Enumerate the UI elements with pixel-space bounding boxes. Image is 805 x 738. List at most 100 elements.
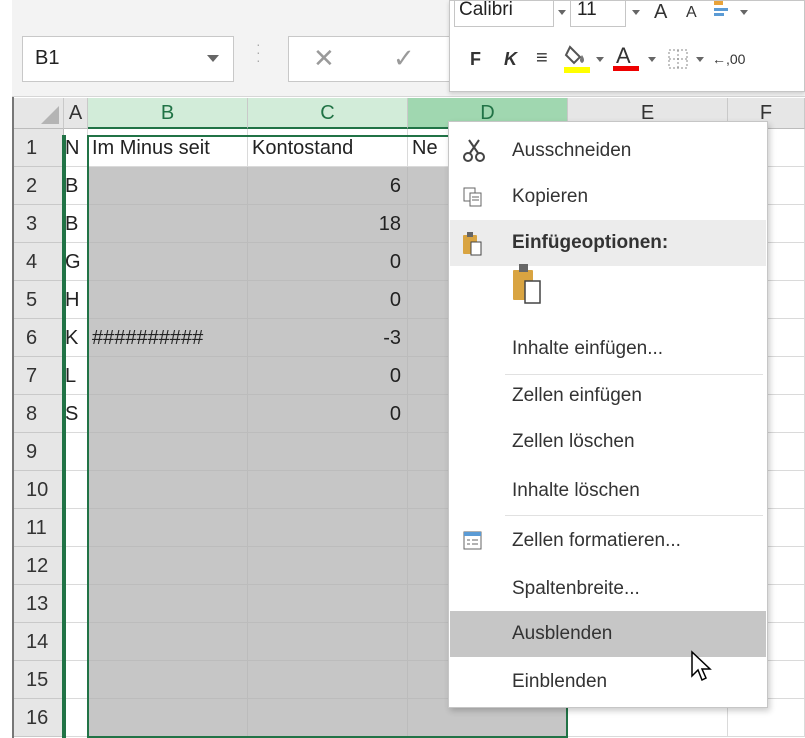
fill-color-icon[interactable] xyxy=(564,41,592,81)
row-header[interactable]: 15 xyxy=(14,661,64,699)
cell-a4[interactable]: G xyxy=(64,243,88,281)
cell-b8[interactable] xyxy=(88,395,248,433)
cell-c5[interactable]: 0 xyxy=(248,281,408,319)
font-size-box[interactable]: 11 xyxy=(570,0,626,27)
cell-a12[interactable] xyxy=(64,547,88,585)
column-header-b[interactable]: B xyxy=(88,98,248,129)
cell-c1[interactable]: Kontostand xyxy=(248,129,408,167)
cell-b4[interactable] xyxy=(88,243,248,281)
fill-dropdown-icon[interactable] xyxy=(596,57,604,62)
font-size-dropdown-icon[interactable] xyxy=(632,10,640,15)
cell-b3[interactable] xyxy=(88,205,248,243)
row-header[interactable]: 6 xyxy=(14,319,64,357)
paste-button-icon[interactable] xyxy=(511,262,551,308)
menu-item-clear-contents[interactable]: Inhalte löschen xyxy=(450,468,766,514)
menu-item-unhide[interactable]: Einblenden xyxy=(450,659,766,705)
cell-c12[interactable] xyxy=(248,547,408,585)
cell-c9[interactable] xyxy=(248,433,408,471)
name-box[interactable]: B1 xyxy=(22,36,234,82)
row-header[interactable]: 5 xyxy=(14,281,64,319)
font-color-icon[interactable]: A xyxy=(613,43,639,71)
menu-item-paste-special[interactable]: Inhalte einfügen... xyxy=(450,326,766,372)
align-center-icon[interactable]: ≡ xyxy=(536,47,548,70)
menu-item-format-cells[interactable]: Zellen formatieren... xyxy=(450,518,766,564)
cell-a10[interactable] xyxy=(64,471,88,509)
row-header[interactable]: 14 xyxy=(14,623,64,661)
cell-c7[interactable]: 0 xyxy=(248,357,408,395)
cell-c15[interactable] xyxy=(248,661,408,699)
cell-a8[interactable]: S xyxy=(64,395,88,433)
italic-icon[interactable]: K xyxy=(504,49,517,70)
cell-c14[interactable] xyxy=(248,623,408,661)
font-dropdown-icon[interactable] xyxy=(558,10,566,15)
cell-c6[interactable]: -3 xyxy=(248,319,408,357)
cell-a9[interactable] xyxy=(64,433,88,471)
menu-item-copy[interactable]: Kopieren xyxy=(450,174,766,220)
menu-item-delete-cells[interactable]: Zellen löschen xyxy=(450,419,766,465)
cell-b9[interactable] xyxy=(88,433,248,471)
cell-c13[interactable] xyxy=(248,585,408,623)
cell-c2[interactable]: 6 xyxy=(248,167,408,205)
cell-b10[interactable] xyxy=(88,471,248,509)
font-name-box[interactable]: Calibri xyxy=(454,0,554,27)
cell-b12[interactable] xyxy=(88,547,248,585)
cancel-icon[interactable]: ✕ xyxy=(313,43,335,74)
menu-item-cut[interactable]: Ausschneiden xyxy=(450,128,766,174)
column-header-a[interactable]: A xyxy=(64,98,88,129)
column-header-c[interactable]: C xyxy=(248,98,408,129)
select-all-corner[interactable] xyxy=(14,98,64,129)
cell-b2[interactable] xyxy=(88,167,248,205)
cell-a1[interactable]: N xyxy=(64,129,88,167)
row-header[interactable]: 7 xyxy=(14,357,64,395)
bold-icon[interactable]: F xyxy=(470,49,481,70)
cell-c8[interactable]: 0 xyxy=(248,395,408,433)
cell-b14[interactable] xyxy=(88,623,248,661)
menu-item-hide[interactable]: Ausblenden xyxy=(450,611,766,657)
grow-font-icon[interactable]: A xyxy=(654,1,667,24)
row-header[interactable]: 1 xyxy=(14,129,64,167)
menu-item-insert-cells[interactable]: Zellen einfügen xyxy=(450,373,766,419)
decrease-decimal-icon[interactable]: ←,00 xyxy=(712,51,745,67)
cell-b1[interactable]: Im Minus seit xyxy=(88,129,248,167)
cell-c10[interactable] xyxy=(248,471,408,509)
cell-b16[interactable] xyxy=(88,699,248,737)
shrink-font-icon[interactable]: A xyxy=(686,4,697,22)
cell-a13[interactable] xyxy=(64,585,88,623)
row-header[interactable]: 13 xyxy=(14,585,64,623)
cell-b7[interactable] xyxy=(88,357,248,395)
cell-c3[interactable]: 18 xyxy=(248,205,408,243)
row-header[interactable]: 16 xyxy=(14,699,64,737)
row-header[interactable]: 11 xyxy=(14,509,64,547)
cell-b15[interactable] xyxy=(88,661,248,699)
cell-b5[interactable] xyxy=(88,281,248,319)
cell-a5[interactable]: H xyxy=(64,281,88,319)
row-header[interactable]: 10 xyxy=(14,471,64,509)
cell-a15[interactable] xyxy=(64,661,88,699)
row-header[interactable]: 2 xyxy=(14,167,64,205)
cell-c11[interactable] xyxy=(248,509,408,547)
font-color-dropdown-icon[interactable] xyxy=(648,57,656,62)
menu-item-column-width[interactable]: Spaltenbreite... xyxy=(450,566,766,612)
row-header[interactable]: 8 xyxy=(14,395,64,433)
cell-b11[interactable] xyxy=(88,509,248,547)
borders-icon[interactable] xyxy=(668,49,688,75)
cell-a7[interactable]: L xyxy=(64,357,88,395)
cell-a3[interactable]: B xyxy=(64,205,88,243)
cell-a14[interactable] xyxy=(64,623,88,661)
cell-a16[interactable] xyxy=(64,699,88,737)
cell-b13[interactable] xyxy=(88,585,248,623)
row-header[interactable]: 3 xyxy=(14,205,64,243)
borders-dropdown-icon[interactable] xyxy=(696,57,704,62)
cell-a2[interactable]: B xyxy=(64,167,88,205)
styles-dropdown-icon[interactable] xyxy=(740,10,748,15)
cell-b6[interactable]: ########## xyxy=(88,319,248,357)
format-painter-icon[interactable] xyxy=(712,0,736,25)
cell-a6[interactable]: K xyxy=(64,319,88,357)
chevron-down-icon[interactable] xyxy=(207,55,219,62)
drag-handle-icon[interactable]: · · · xyxy=(256,37,261,70)
cell-a11[interactable] xyxy=(64,509,88,547)
row-header[interactable]: 9 xyxy=(14,433,64,471)
cell-c16[interactable] xyxy=(248,699,408,737)
row-header[interactable]: 12 xyxy=(14,547,64,585)
confirm-icon[interactable]: ✓ xyxy=(393,43,415,74)
